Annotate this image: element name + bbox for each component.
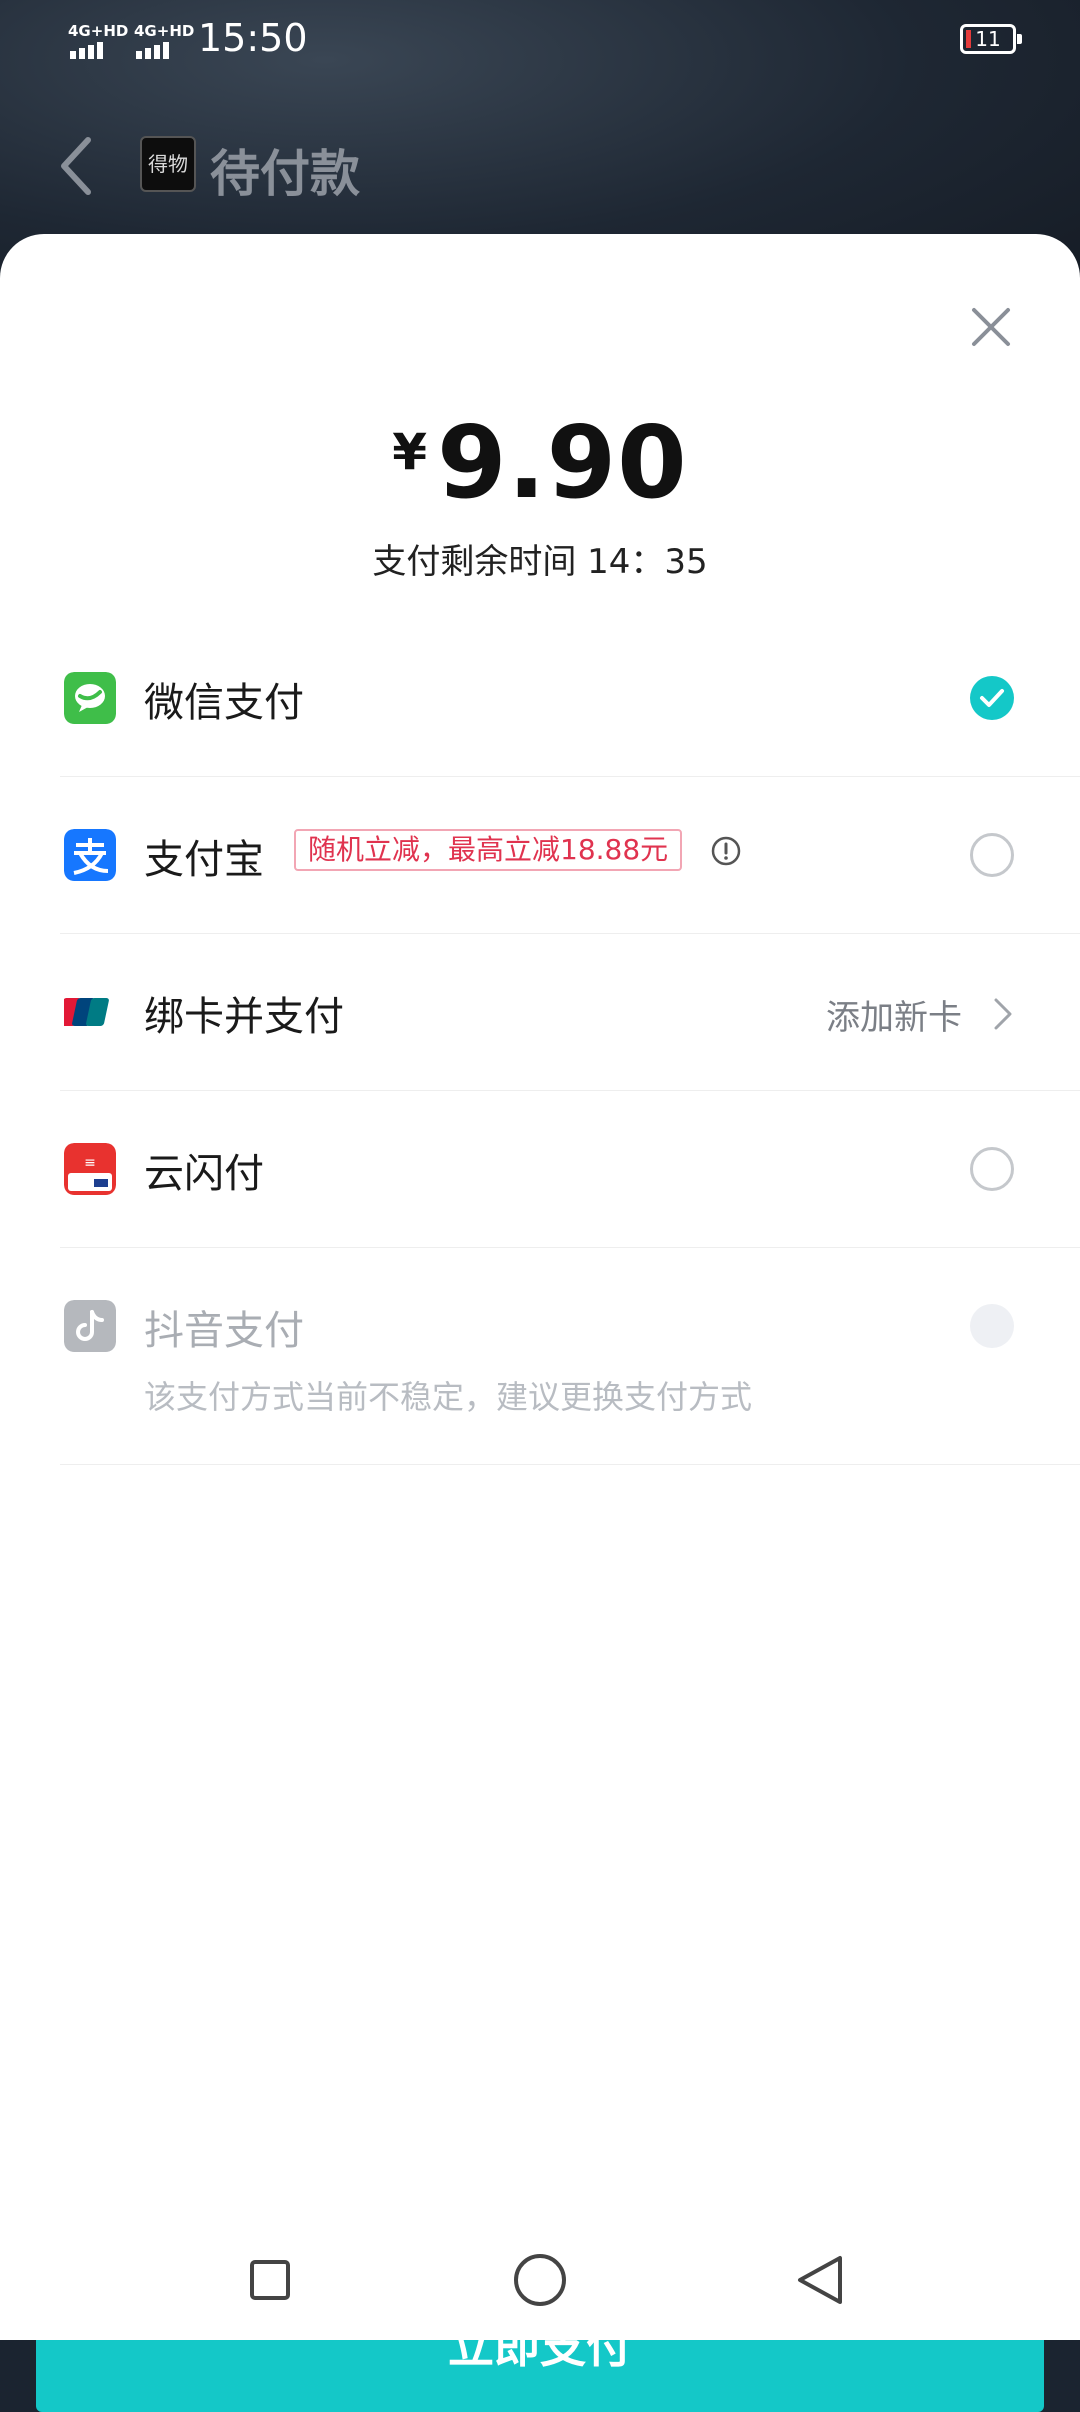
payment-option-alipay[interactable]: 支付宝 随机立减，最高立减18.88元 [60,777,1080,934]
radio-unchecked-icon[interactable] [970,1147,1014,1191]
back-arrow-icon[interactable] [56,134,96,198]
svg-text:≡: ≡ [84,1155,96,1171]
signal-icon: 4G+HD [130,22,194,62]
payment-option-label: 绑卡并支付 [144,994,344,1040]
payment-option-cloud-quickpass[interactable]: ≡ 云闪付 [60,1091,1080,1248]
signal-icon: 4G+HD [64,22,128,62]
add-new-card-link[interactable]: 添加新卡 [826,990,962,1039]
radio-unchecked-icon[interactable] [970,833,1014,877]
payment-sheet: ¥9.90 支付剩余时间 14：35 微信支付 支付宝 随机立减，最高立减18.… [0,234,1080,2412]
recent-apps-icon[interactable] [240,2250,300,2310]
system-nav-bar [0,2230,1080,2340]
payment-option-wechat[interactable]: 微信支付 [60,620,1080,777]
payment-option-bind-card[interactable]: 绑卡并支付 添加新卡 [60,934,1080,1091]
home-icon[interactable] [510,2250,570,2310]
info-icon[interactable] [710,835,742,867]
clock: 15:50 [198,16,308,60]
douyin-pay-icon [64,1300,116,1352]
close-icon[interactable] [960,296,1022,358]
payment-amount: ¥9.90 [0,404,1080,521]
cloud-quickpass-icon: ≡ [64,1143,116,1195]
wechat-pay-icon [64,672,116,724]
back-icon[interactable] [790,2250,850,2310]
battery-icon: 11 [960,24,1022,54]
payment-option-douyin: 抖音支付 该支付方式当前不稳定，建议更换支付方式 [60,1248,1080,1465]
brand-logo: 得物 [140,136,196,192]
chevron-right-icon [994,998,1012,1030]
payment-countdown: 支付剩余时间 14：35 [372,542,708,582]
unstable-notice: 该支付方式当前不稳定，建议更换支付方式 [144,1378,753,1416]
alipay-icon [64,829,116,881]
currency-symbol: ¥ [392,423,428,481]
nav-bar: 得物 待付款 [0,110,1080,220]
status-bar: 4G+HD 4G+HD 15:50 11 [0,0,1080,80]
promo-badge: 随机立减，最高立减18.88元 [294,829,683,871]
page-title: 待付款 [210,145,360,203]
payment-method-list: 微信支付 支付宝 随机立减，最高立减18.88元 绑卡并支付 添加新卡 ≡ 云闪… [0,620,1080,1465]
radio-checked-icon[interactable] [970,676,1014,720]
payment-option-label: 云闪付 [144,1151,264,1197]
payment-option-label: 支付宝 [144,837,264,883]
payment-option-label: 抖音支付 [144,1308,304,1354]
payment-option-label: 微信支付 [144,680,304,726]
unionpay-icon [64,998,109,1026]
amount-value: 9.90 [437,404,688,521]
radio-disabled-icon [970,1304,1014,1348]
